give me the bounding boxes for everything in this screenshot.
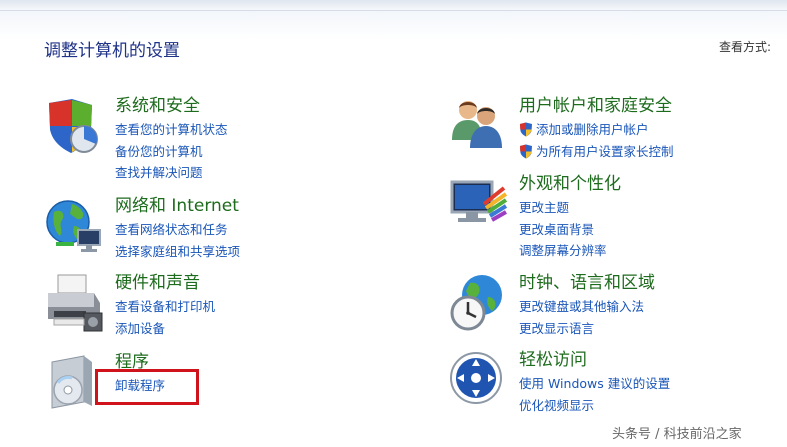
link-add-remove-accounts[interactable]: 添加或删除用户帐户 <box>519 119 674 141</box>
ease-of-access-icon[interactable] <box>448 350 508 410</box>
highlight-annotation-box <box>95 369 199 405</box>
users-icon[interactable] <box>448 96 508 156</box>
category-title[interactable]: 外观和个性化 <box>519 174 621 194</box>
link-parental-controls[interactable]: 为所有用户设置家长控制 <box>519 141 674 163</box>
clock-globe-icon[interactable] <box>448 273 508 333</box>
link-optimize-visual-display[interactable]: 优化视频显示 <box>519 395 670 417</box>
shield-icon[interactable] <box>44 96 104 156</box>
category-title[interactable]: 时钟、语言和区域 <box>519 273 655 293</box>
link-change-theme[interactable]: 更改主题 <box>519 197 607 219</box>
link-label: 为所有用户设置家长控制 <box>536 143 674 159</box>
category-title[interactable]: 系统和安全 <box>115 96 200 116</box>
link-change-keyboard-input[interactable]: 更改键盘或其他输入法 <box>519 296 644 318</box>
monitor-palette-icon[interactable] <box>448 174 508 234</box>
link-devices-printers[interactable]: 查看设备和打印机 <box>115 296 215 318</box>
link-homegroup-sharing[interactable]: 选择家庭组和共享选项 <box>115 241 240 263</box>
category-title[interactable]: 硬件和声音 <box>115 273 200 293</box>
link-adjust-resolution[interactable]: 调整屏幕分辨率 <box>519 240 607 262</box>
network-globe-icon[interactable] <box>44 196 104 256</box>
printer-icon[interactable] <box>44 273 104 333</box>
link-change-desktop-background[interactable]: 更改桌面背景 <box>519 219 607 241</box>
link-label: 添加或删除用户帐户 <box>536 122 649 137</box>
uac-shield-icon <box>519 122 533 137</box>
watermark: 头条号 / 科技前沿之家 <box>612 427 742 442</box>
link-change-display-language[interactable]: 更改显示语言 <box>519 318 644 340</box>
category-title[interactable]: 网络和 Internet <box>115 196 239 216</box>
category-title[interactable]: 用户帐户和家庭安全 <box>519 96 672 116</box>
page-title: 调整计算机的设置 <box>44 41 180 61</box>
link-view-computer-status[interactable]: 查看您的计算机状态 <box>115 119 228 141</box>
link-find-fix-problems[interactable]: 查找并解决问题 <box>115 162 228 184</box>
view-by-label[interactable]: 查看方式: <box>719 38 771 55</box>
link-add-device[interactable]: 添加设备 <box>115 318 215 340</box>
link-view-network-status[interactable]: 查看网络状态和任务 <box>115 219 240 241</box>
window-top-bar <box>0 0 787 11</box>
link-backup-computer[interactable]: 备份您的计算机 <box>115 141 228 163</box>
link-recommended-settings[interactable]: 使用 Windows 建议的设置 <box>519 373 670 395</box>
uac-shield-icon <box>519 144 533 159</box>
category-title[interactable]: 轻松访问 <box>519 350 587 370</box>
